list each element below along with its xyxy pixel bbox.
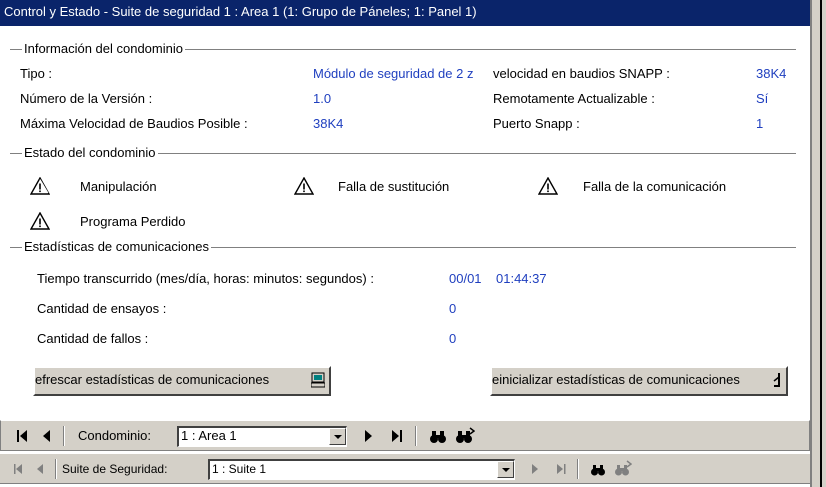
main-panel: Información del condominio Tipo : Módulo…: [0, 26, 810, 410]
remote-label: Remotamente Actualizable :: [493, 91, 655, 106]
chevron-down-icon[interactable]: [497, 461, 514, 478]
condominio-navbar: Condominio: 1 : Area 1: [0, 420, 810, 451]
maxbaud-value: 38K4: [313, 116, 344, 131]
maxbaud-label: Máxima Velocidad de Baudios Posible :: [20, 116, 248, 131]
suite-select[interactable]: 1 : Suite 1: [208, 459, 515, 480]
estado-group-heading: Estado del condominio: [22, 145, 158, 160]
binoculars-next-icon[interactable]: [614, 460, 632, 478]
binoculars-icon[interactable]: [590, 460, 606, 478]
estado-item-manipulacion: Manipulación: [80, 179, 157, 194]
tipo-label: Tipo :: [20, 66, 53, 81]
warning-triangle-icon: [30, 177, 50, 195]
next-record-icon[interactable]: [362, 427, 374, 445]
first-record-icon[interactable]: [15, 427, 29, 445]
version-label: Número de la Versión :: [20, 91, 153, 106]
estado-item-sustitucion: Falla de sustitución: [338, 179, 450, 194]
elapsed-date: 00/01: [449, 271, 482, 286]
estado-item-programa: Programa Perdido: [80, 214, 186, 229]
warning-triangle-icon: [30, 212, 50, 230]
fails-value: 0: [449, 331, 457, 346]
toolbar-separator: [577, 459, 579, 479]
suite-navbar: Suite de Seguridad: 1 : Suite 1: [0, 453, 810, 484]
condominio-label: Condominio:: [78, 428, 151, 443]
toolbar-separator: [55, 459, 57, 479]
condominio-select[interactable]: 1 : Area 1: [177, 426, 347, 447]
fails-label: Cantidad de fallos :: [37, 331, 149, 346]
toolbar-separator: [63, 426, 65, 446]
port-label: Puerto Snapp :: [493, 116, 580, 131]
computer-icon: [311, 372, 325, 388]
velocidad-value: 38K4: [756, 66, 787, 81]
tipo-value: Módulo de seguridad de 2 z: [313, 66, 474, 81]
suite-label: Suite de Seguridad:: [62, 462, 168, 476]
toolbar-separator: [415, 426, 417, 446]
chevron-down-icon[interactable]: [329, 428, 346, 445]
previous-record-icon[interactable]: [41, 427, 53, 445]
reset-stats-button[interactable]: einicializar estadísticas de comunicacio…: [490, 366, 788, 396]
version-value: 1.0: [313, 91, 332, 106]
port-value: 1: [756, 116, 764, 131]
reset-icon: [773, 373, 780, 387]
refresh-stats-label: efrescar estadísticas de comunicaciones: [35, 372, 270, 387]
velocidad-label: velocidad en baudios SNAPP :: [493, 66, 670, 81]
refresh-stats-button[interactable]: efrescar estadísticas de comunicaciones: [33, 366, 331, 396]
window-title: Control y Estado - Suite de seguridad 1 …: [0, 0, 810, 26]
warning-triangle-icon: [538, 177, 558, 195]
estado-item-comunicacion: Falla de la comunicación: [583, 179, 727, 194]
stats-group-heading: Estadísticas de comunicaciones: [22, 239, 211, 254]
last-record-icon[interactable]: [555, 460, 567, 478]
elapsed-time: 01:44:37: [496, 271, 547, 286]
condominio-select-value: 1 : Area 1: [181, 428, 237, 443]
elapsed-label: Tiempo transcurrido (mes/día, horas: min…: [37, 271, 374, 286]
tries-label: Cantidad de ensayos :: [37, 301, 167, 316]
window-border: [810, 0, 826, 487]
binoculars-icon[interactable]: [429, 427, 447, 445]
warning-triangle-icon: [294, 177, 314, 195]
next-record-icon[interactable]: [530, 460, 540, 478]
tries-value: 0: [449, 301, 457, 316]
reset-stats-label: einicializar estadísticas de comunicacio…: [492, 372, 740, 387]
first-record-icon[interactable]: [12, 460, 24, 478]
previous-record-icon[interactable]: [35, 460, 45, 478]
suite-select-value: 1 : Suite 1: [212, 462, 267, 476]
last-record-icon[interactable]: [390, 427, 404, 445]
binoculars-next-icon[interactable]: [455, 427, 475, 445]
remote-value: Sí: [756, 91, 769, 106]
info-group-heading: Información del condominio: [22, 41, 185, 56]
